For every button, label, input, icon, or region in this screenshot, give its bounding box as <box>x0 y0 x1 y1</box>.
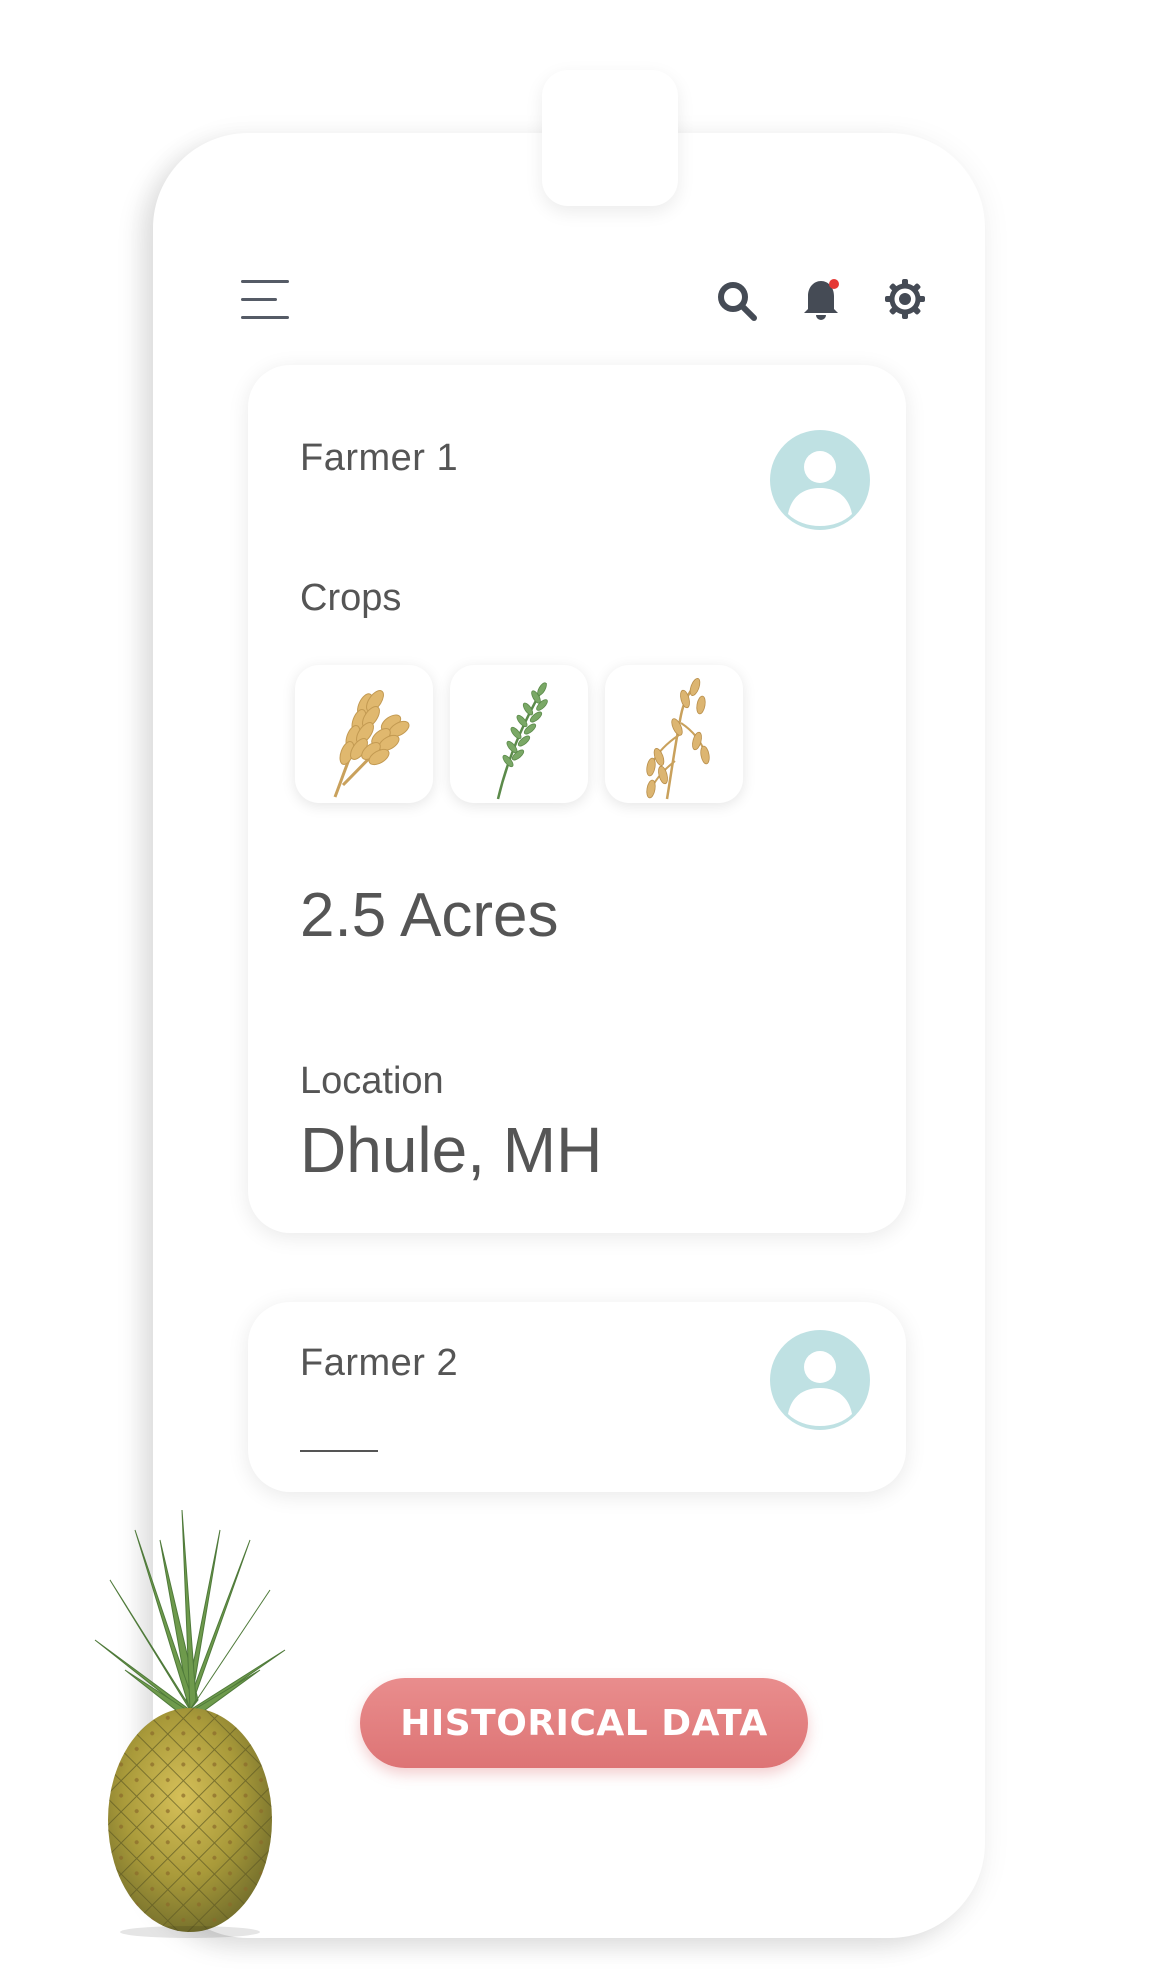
farmer-name: Farmer 1 <box>300 437 459 479</box>
user-avatar-icon[interactable] <box>770 1330 870 1430</box>
farm-area: 2.5 Acres <box>300 881 559 950</box>
user-avatar-icon[interactable] <box>770 430 870 530</box>
menu-line <box>241 316 289 319</box>
crop-oats[interactable] <box>605 665 743 803</box>
phone-notch <box>542 70 678 206</box>
pineapple-illustration <box>90 1500 290 1940</box>
rice-plant-icon <box>496 682 548 800</box>
historical-data-button[interactable]: HISTORICAL DATA <box>360 1678 808 1768</box>
crop-wheat[interactable] <box>295 665 433 803</box>
crops-label: Crops <box>300 577 402 619</box>
farmer-card[interactable]: Farmer 2 <box>248 1302 906 1492</box>
farmer-card[interactable]: Farmer 1 Crops 2.5 Acres Location Dhule,… <box>248 365 906 1233</box>
oats-icon <box>646 678 710 800</box>
crop-rice[interactable] <box>450 665 588 803</box>
bell-icon[interactable] <box>800 276 842 322</box>
menu-line <box>241 280 289 283</box>
notification-dot <box>829 279 839 289</box>
search-icon[interactable] <box>716 280 758 322</box>
location-label: Location <box>300 1060 444 1102</box>
collapsed-details-line <box>300 1450 378 1452</box>
wheat-icon <box>333 690 410 798</box>
farmer-name: Farmer 2 <box>300 1342 459 1384</box>
location-value: Dhule, MH <box>300 1114 603 1186</box>
menu-line <box>241 298 277 301</box>
gear-icon[interactable] <box>884 278 926 320</box>
hamburger-menu-icon[interactable] <box>241 278 289 322</box>
